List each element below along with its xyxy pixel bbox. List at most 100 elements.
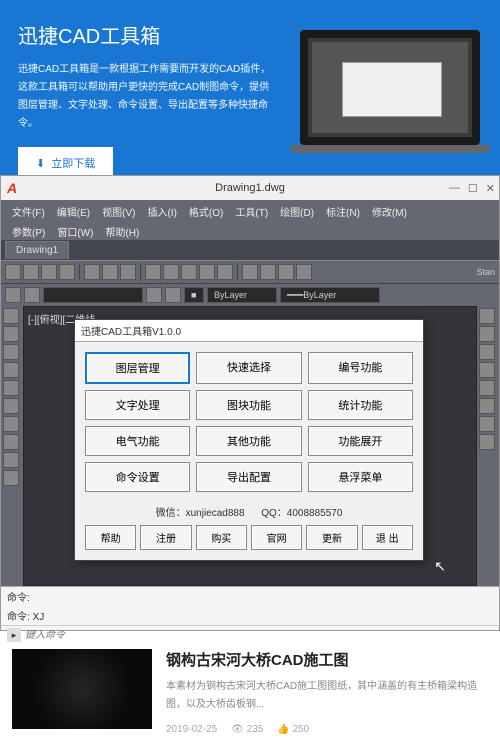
command-bar: 命令: 命令: XJ ▸ — [1, 586, 499, 630]
color-field[interactable]: ■ — [184, 287, 204, 303]
draw-icon[interactable] — [3, 380, 19, 396]
draw-icon[interactable] — [3, 416, 19, 432]
menu-view[interactable]: 视图(V) — [97, 202, 140, 221]
modify-icon[interactable] — [479, 380, 495, 396]
article-desc: 本素材为钢构古宋河大桥CAD施工图图纸，其中涵盖的有主桥箱梁构造图，以及大桥齿板… — [166, 678, 488, 714]
toolbox-btn-number[interactable]: 编号功能 — [308, 352, 413, 384]
tool-icon[interactable] — [59, 264, 75, 280]
modify-icon[interactable] — [479, 416, 495, 432]
tool-icon[interactable] — [165, 287, 181, 303]
menu-params[interactable]: 参数(P) — [7, 223, 50, 240]
toolbox-bottom-row: 帮助 注册 购买 官网 更新 退 出 — [75, 525, 423, 560]
close-icon[interactable]: ✕ — [486, 182, 495, 195]
btn-website[interactable]: 官网 — [251, 525, 302, 550]
draw-icon[interactable] — [3, 470, 19, 486]
draw-icon[interactable] — [3, 362, 19, 378]
modify-icon[interactable] — [479, 344, 495, 360]
article-thumbnail — [12, 649, 152, 729]
tool-icon[interactable] — [181, 264, 197, 280]
article-date: 2019-02-25 — [166, 724, 217, 735]
tool-icon[interactable] — [260, 264, 276, 280]
draw-icon[interactable] — [3, 434, 19, 450]
linetype-field[interactable]: ByLayer — [207, 287, 277, 303]
lineweight-field[interactable]: ━━━ ByLayer — [280, 287, 380, 303]
views-count: 👁 235 — [231, 724, 263, 735]
cmd-line: 命令: XJ — [1, 606, 499, 625]
laptop-mockup — [290, 30, 490, 160]
modify-icon[interactable] — [479, 326, 495, 342]
menu-file[interactable]: 文件(F) — [7, 202, 50, 221]
tool-icon[interactable] — [5, 287, 21, 303]
tool-icon[interactable] — [23, 264, 39, 280]
minimize-icon[interactable]: — — [449, 182, 460, 195]
draw-icon[interactable] — [3, 344, 19, 360]
download-icon: ⬇ — [36, 157, 45, 170]
draw-icon[interactable] — [3, 398, 19, 414]
modify-icon[interactable] — [479, 434, 495, 450]
menu-edit[interactable]: 编辑(E) — [52, 202, 95, 221]
menu-dimension[interactable]: 标注(N) — [321, 202, 365, 221]
toolbar-left — [1, 306, 23, 586]
layer-dropdown[interactable] — [43, 287, 143, 303]
tool-icon[interactable] — [102, 264, 118, 280]
cad-app-window: A Drawing1.dwg — ☐ ✕ 文件(F) 编辑(E) 视图(V) 插… — [0, 175, 500, 631]
btn-exit[interactable]: 退 出 — [362, 525, 413, 550]
btn-buy[interactable]: 购买 — [196, 525, 247, 550]
article-card[interactable]: 钢构古宋河大桥CAD施工图 本素材为钢构古宋河大桥CAD施工图图纸，其中涵盖的有… — [0, 631, 500, 753]
tool-icon[interactable] — [41, 264, 57, 280]
toolbox-btn-layer[interactable]: 图层管理 — [85, 352, 190, 384]
likes-count: 👍 250 — [277, 724, 309, 735]
toolbox-btn-electric[interactable]: 电气功能 — [85, 426, 190, 456]
toolbox-btn-float[interactable]: 悬浮菜单 — [308, 462, 413, 492]
tool-icon[interactable] — [296, 264, 312, 280]
modify-icon[interactable] — [479, 398, 495, 414]
tool-icon[interactable] — [120, 264, 136, 280]
drawing-canvas[interactable]: [-][俯视][二维线 迅捷CAD工具箱V1.0.0 图层管理 快速选择 编号功… — [23, 306, 477, 586]
btn-update[interactable]: 更新 — [306, 525, 357, 550]
toolbox-btn-expand[interactable]: 功能展开 — [308, 426, 413, 456]
tool-icon[interactable] — [5, 264, 21, 280]
side-label: Stan — [476, 267, 495, 277]
btn-help[interactable]: 帮助 — [85, 525, 136, 550]
toolbox-btn-export[interactable]: 导出配置 — [196, 462, 301, 492]
tab-drawing1[interactable]: Drawing1 — [5, 241, 69, 259]
tool-icon[interactable] — [242, 264, 258, 280]
tool-icon[interactable] — [24, 287, 40, 303]
menu-draw[interactable]: 绘图(D) — [275, 202, 319, 221]
draw-icon[interactable] — [3, 452, 19, 468]
tool-icon[interactable] — [145, 264, 161, 280]
cmd-line: 命令: — [1, 587, 499, 606]
command-input[interactable] — [25, 630, 493, 641]
menu-format[interactable]: 格式(O) — [184, 202, 228, 221]
modify-icon[interactable] — [479, 362, 495, 378]
btn-register[interactable]: 注册 — [140, 525, 191, 550]
toolbox-btn-block[interactable]: 图块功能 — [196, 390, 301, 420]
article-title: 钢构古宋河大桥CAD施工图 — [166, 649, 488, 670]
menu-help[interactable]: 帮助(H) — [100, 223, 144, 240]
menubar-row2: 参数(P) 窗口(W) 帮助(H) — [1, 222, 499, 240]
toolbox-title: 迅捷CAD工具箱V1.0.0 — [75, 320, 423, 342]
tool-icon[interactable] — [217, 264, 233, 280]
tool-icon[interactable] — [199, 264, 215, 280]
cmd-prompt-icon: ▸ — [7, 628, 21, 642]
draw-icon[interactable] — [3, 308, 19, 324]
toolbox-btn-select[interactable]: 快速选择 — [196, 352, 301, 384]
menu-modify[interactable]: 修改(M) — [367, 202, 412, 221]
toolbox-btn-text[interactable]: 文字处理 — [85, 390, 190, 420]
download-button[interactable]: ⬇ 立即下载 — [18, 147, 113, 175]
menu-insert[interactable]: 插入(I) — [142, 202, 181, 221]
menu-tools[interactable]: 工具(T) — [230, 202, 273, 221]
tool-icon[interactable] — [278, 264, 294, 280]
tool-icon[interactable] — [84, 264, 100, 280]
toolbox-btn-cmdset[interactable]: 命令设置 — [85, 462, 190, 492]
menu-window[interactable]: 窗口(W) — [52, 223, 98, 240]
modify-icon[interactable] — [479, 308, 495, 324]
tool-icon[interactable] — [163, 264, 179, 280]
toolbar-right — [477, 306, 499, 586]
menubar-row1: 文件(F) 编辑(E) 视图(V) 插入(I) 格式(O) 工具(T) 绘图(D… — [1, 200, 499, 222]
toolbox-btn-stats[interactable]: 统计功能 — [308, 390, 413, 420]
tool-icon[interactable] — [146, 287, 162, 303]
draw-icon[interactable] — [3, 326, 19, 342]
toolbox-btn-other[interactable]: 其他功能 — [196, 426, 301, 456]
maximize-icon[interactable]: ☐ — [468, 182, 478, 195]
